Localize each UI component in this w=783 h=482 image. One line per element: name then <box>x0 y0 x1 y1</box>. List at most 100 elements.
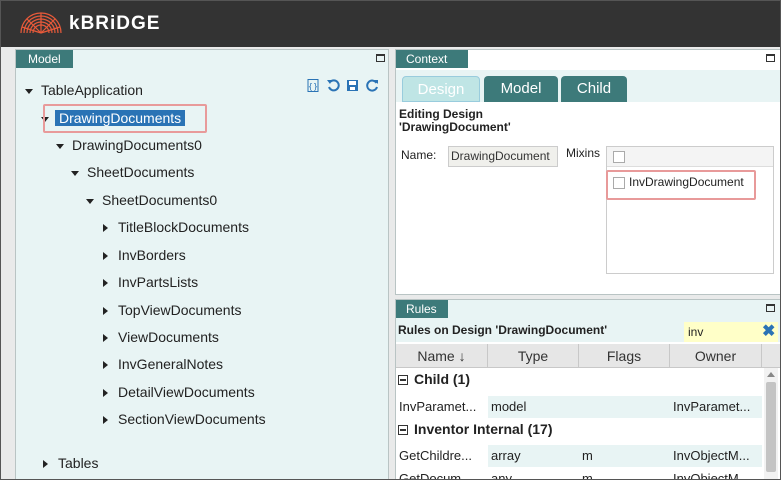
context-panel: Context Design Model Child Editing Desig… <box>395 49 780 295</box>
name-field[interactable]: DrawingDocument <box>448 146 558 167</box>
tree-item-label: InvBorders <box>118 247 186 263</box>
tree-item-label: ViewDocuments <box>118 329 219 345</box>
context-panel-title: Context <box>396 50 468 68</box>
svg-text:{}: {} <box>308 82 318 91</box>
tree-item-label: SheetDocuments <box>87 164 195 180</box>
collapsed-arrow-icon[interactable] <box>103 361 108 370</box>
collapsed-arrow-icon[interactable] <box>103 252 108 261</box>
collapsed-arrow-icon[interactable] <box>103 279 108 288</box>
expanded-arrow-icon[interactable] <box>86 198 94 204</box>
table-row[interactable]: GetChildre... array m InvObjectM... <box>396 445 762 467</box>
cell-owner: InvObjectM... <box>670 445 762 467</box>
maximize-icon[interactable] <box>766 54 775 62</box>
collapsed-arrow-icon[interactable] <box>103 416 108 425</box>
tab-design[interactable]: Design <box>402 76 480 102</box>
tab-model[interactable]: Model <box>484 76 558 102</box>
name-label: Name: <box>401 148 437 162</box>
cell-flags: m <box>582 471 593 480</box>
cell-owner: InvParamet... <box>670 396 762 418</box>
cell-owner: InvObjectM... <box>673 471 750 480</box>
cell-name: GetDocum... <box>399 471 472 480</box>
column-name-label: Name <box>417 348 455 364</box>
tree-item-topviewdocuments[interactable]: TopViewDocuments <box>103 300 241 320</box>
table-row[interactable]: InvParamet... model InvParamet... <box>396 396 762 418</box>
tree-item-invpartslists[interactable]: InvPartsLists <box>103 272 198 292</box>
highlight-box-drawingdocuments <box>43 104 207 133</box>
tree-item-label: InvPartsLists <box>118 274 199 290</box>
tree-item-label: DetailViewDocuments <box>118 384 255 400</box>
top-bar: kBRiDGE <box>1 1 780 47</box>
editing-design-title-line2: 'DrawingDocument' <box>399 120 511 134</box>
expanded-arrow-icon[interactable] <box>71 170 79 176</box>
collapsed-arrow-icon[interactable] <box>103 389 108 398</box>
tree-item-titleblockdocuments[interactable]: TitleBlockDocuments <box>103 217 249 237</box>
clear-filter-icon[interactable]: ✖ <box>762 322 775 342</box>
collapse-icon[interactable] <box>398 425 408 436</box>
tree-item-label: SectionViewDocuments <box>118 411 266 427</box>
expanded-arrow-icon[interactable] <box>25 88 33 94</box>
collapsed-arrow-icon[interactable] <box>103 224 108 233</box>
tree-item-label: TableApplication <box>41 82 143 98</box>
tree-item-sheetdocuments[interactable]: SheetDocuments <box>71 162 194 182</box>
column-header-flags[interactable]: Flags <box>579 344 670 368</box>
maximize-icon[interactable] <box>766 304 775 312</box>
tree-item-invgeneralnotes[interactable]: InvGeneralNotes <box>103 354 223 374</box>
save-icon[interactable] <box>346 79 359 92</box>
collapsed-arrow-icon[interactable] <box>103 307 108 316</box>
column-header-owner[interactable]: Owner <box>670 344 762 368</box>
tree-item-tableapplication[interactable]: TableApplication <box>25 80 143 100</box>
brand-name: kBRiDGE <box>69 13 161 34</box>
rules-heading: Rules on Design 'DrawingDocument' <box>398 323 608 337</box>
tree-item-label: TopViewDocuments <box>118 302 242 318</box>
tree-item-label: TitleBlockDocuments <box>118 219 249 235</box>
table-row[interactable]: GetDocum... any m InvObjectM... <box>396 468 762 480</box>
context-tabs: Design Model Child <box>396 70 780 102</box>
export-icon[interactable]: {} <box>307 79 320 92</box>
cell-name: InvParamet... <box>399 399 477 414</box>
tree-item-drawingdocuments0[interactable]: DrawingDocuments0 <box>56 135 202 155</box>
column-header-type[interactable]: Type <box>488 344 579 368</box>
cell-flags: m <box>579 445 670 467</box>
cell-type: array <box>488 445 579 467</box>
group-label: Child <box>414 371 449 387</box>
rules-title-bar <box>396 300 780 320</box>
refresh-icon[interactable] <box>366 79 379 92</box>
scrollbar-thumb[interactable] <box>766 382 776 472</box>
rules-panel-title: Rules <box>396 300 448 318</box>
group-count: (17) <box>527 421 553 437</box>
tree-item-viewdocuments[interactable]: ViewDocuments <box>103 327 219 347</box>
collapsed-arrow-icon[interactable] <box>103 334 108 343</box>
group-inventor-internal[interactable]: Inventor Internal (17) <box>398 418 552 440</box>
expanded-arrow-icon[interactable] <box>56 143 64 149</box>
undo-icon[interactable] <box>327 79 340 92</box>
tab-child[interactable]: Child <box>561 76 627 102</box>
column-header-name[interactable]: Name ↓ <box>396 344 488 368</box>
collapsed-arrow-icon[interactable] <box>43 460 48 469</box>
tree-item-label: Tables <box>58 455 99 471</box>
mixins-list[interactable]: InvDrawingDocument <box>606 146 774 274</box>
tree-item-sheetdocuments0[interactable]: SheetDocuments0 <box>86 190 217 210</box>
sort-down-icon: ↓ <box>454 348 466 364</box>
mixins-label: Mixins <box>566 146 601 160</box>
highlight-box-mixin <box>606 170 756 200</box>
app-window: kBRiDGE Model {} TableApplication Drawin… <box>0 0 781 480</box>
group-count: (1) <box>452 371 471 387</box>
cell-type: model <box>488 396 579 418</box>
tree-item-label: SheetDocuments0 <box>102 192 218 208</box>
select-all-checkbox[interactable] <box>613 151 625 163</box>
group-child[interactable]: Child (1) <box>398 368 470 390</box>
cell-type: any <box>491 471 512 480</box>
cell-flags <box>579 396 670 418</box>
maximize-icon[interactable] <box>376 54 385 62</box>
rules-scrollbar[interactable] <box>764 368 778 479</box>
tree-item-detailviewdocuments[interactable]: DetailViewDocuments <box>103 382 255 402</box>
collapse-icon[interactable] <box>398 375 408 386</box>
scroll-up-icon[interactable] <box>767 372 775 377</box>
tree-item-tables[interactable]: Tables <box>43 453 98 473</box>
cell-name: GetChildre... <box>399 448 472 463</box>
model-panel-title: Model <box>16 50 73 68</box>
tree-item-label: InvGeneralNotes <box>118 356 224 372</box>
mixins-list-header <box>607 147 773 167</box>
tree-item-sectionviewdocuments[interactable]: SectionViewDocuments <box>103 409 266 429</box>
tree-item-invborders[interactable]: InvBorders <box>103 245 186 265</box>
